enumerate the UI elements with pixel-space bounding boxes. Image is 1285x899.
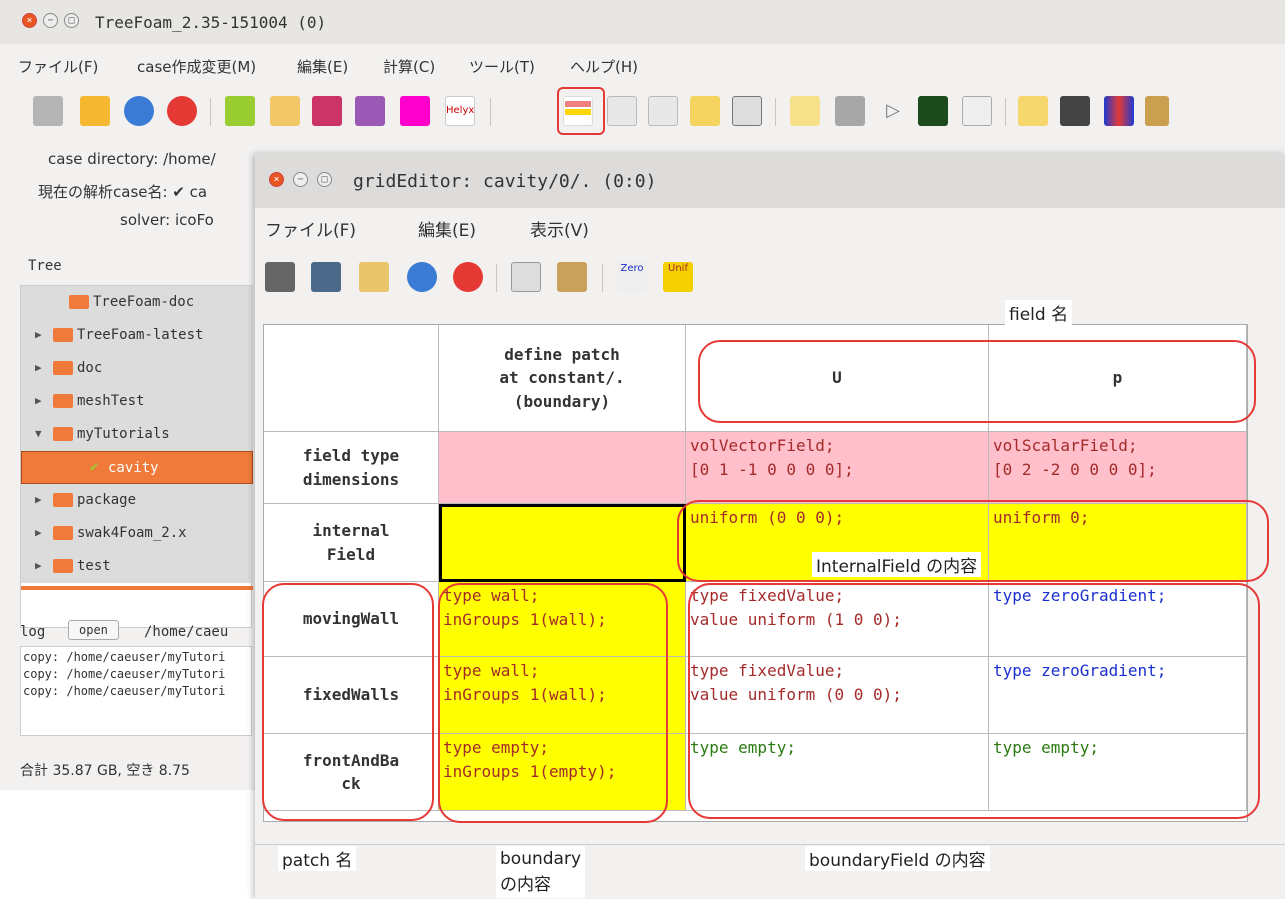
main-toolbar: Helyx ▷ [0, 82, 1285, 142]
cell-field-type-p[interactable]: volScalarField; [0 2 -2 0 0 0 0]; [989, 432, 1247, 504]
grid-editor-title-bar: × − □ gridEditor: cavity/0/. (0:0) [255, 154, 1285, 208]
grid-editor-title: gridEditor: cavity/0/. (0:0) [353, 171, 657, 192]
menu-file[interactable]: ファイル(F) [265, 216, 356, 241]
menu-edit[interactable]: 編集(E) [297, 56, 348, 77]
annotation-internal-field: InternalField の内容 [812, 552, 982, 577]
annotation-field-name: field 名 [1005, 300, 1073, 325]
copy-icon[interactable] [511, 262, 541, 292]
menu-edit[interactable]: 編集(E) [418, 216, 476, 241]
annotation-oval-boundary-field [688, 583, 1260, 819]
minimize-icon[interactable]: − [43, 13, 58, 28]
maximize-icon[interactable]: □ [64, 13, 79, 28]
case-directory-label: case directory: /home/ [48, 150, 216, 168]
grid-editor-highlight [557, 87, 605, 135]
paraview-icon[interactable] [1104, 96, 1134, 126]
tree-item[interactable]: ▶ test [21, 550, 253, 583]
star-icon[interactable] [790, 96, 820, 126]
log-panel: log open /home/caeu copy: /home/caeuser/… [20, 614, 252, 744]
log-path: /home/caeu [144, 624, 229, 640]
refresh-icon[interactable] [124, 96, 154, 126]
grid-editor-menu: ファイル(F) 編集(E) 表示(V) [255, 208, 1285, 248]
document-icon[interactable] [607, 96, 637, 126]
zero-icon[interactable]: Zero [617, 262, 647, 292]
open-folder-icon[interactable] [265, 262, 295, 292]
copy-case-icon[interactable] [270, 96, 300, 126]
row-header-internal-field: internal Field [264, 504, 439, 582]
mesh-icon[interactable] [312, 96, 342, 126]
folder-tree: TreeFoam-doc ▶ TreeFoam-latest ▶ doc ▶ mesh… [20, 285, 253, 628]
reload-icon[interactable] [359, 262, 389, 292]
ruler-icon[interactable] [1018, 96, 1048, 126]
grid-editor-status-bar [255, 844, 1285, 884]
open-button[interactable]: open [68, 620, 119, 640]
column-header-boundary: define patch at constant/. (boundary) [439, 325, 686, 432]
save-icon[interactable] [311, 262, 341, 292]
topo-icon[interactable] [355, 96, 385, 126]
menu-view[interactable]: 表示(V) [530, 216, 589, 241]
edit-document-icon[interactable] [648, 96, 678, 126]
layout-icon[interactable] [962, 96, 992, 126]
tree-item-selected[interactable]: ✔ cavity [21, 451, 253, 484]
refresh-icon[interactable] [407, 262, 437, 292]
menu-case[interactable]: case作成変更(M) [137, 56, 256, 77]
tree-item[interactable]: ▶ TreeFoam-latest [21, 319, 253, 352]
grid-editor-toolbar: Zero Unif [255, 250, 1285, 310]
cell-internal-boundary-selected[interactable] [439, 504, 686, 582]
disk-status: 合計 35.87 GB, 空き 8.75 [20, 763, 190, 779]
title-bar: × − □ TreeFoam_2.35-151004 (0) [0, 0, 1285, 44]
tree-item[interactable]: ▶ package [21, 484, 253, 517]
tree-item[interactable]: ▶ meshTest [21, 385, 253, 418]
system-icon[interactable] [732, 96, 762, 126]
annotation-patch-name: patch 名 [278, 846, 357, 871]
log-label: log [20, 624, 46, 640]
tree-item[interactable]: TreeFoam-doc [21, 286, 253, 319]
stop-icon[interactable] [167, 96, 197, 126]
constant-icon[interactable] [690, 96, 720, 126]
tools-icon[interactable] [33, 96, 63, 126]
tree-item[interactable]: ▶ swak4Foam_2.x [21, 517, 253, 550]
monitor-icon[interactable] [918, 96, 948, 126]
delete-icon[interactable] [835, 96, 865, 126]
annotation-oval-boundary [438, 583, 668, 823]
mreg-icon[interactable] [400, 96, 430, 126]
minimize-icon[interactable]: − [293, 172, 308, 187]
arrows-icon[interactable] [80, 96, 110, 126]
menu-file[interactable]: ファイル(F) [18, 56, 98, 77]
close-circle-icon[interactable] [453, 262, 483, 292]
paste-icon[interactable] [557, 262, 587, 292]
screenshot-root: × − □ TreeFoam_2.35-151004 (0) ファイル(F) c… [0, 0, 1285, 899]
checklist-icon[interactable] [225, 96, 255, 126]
cell-field-type-boundary[interactable] [439, 432, 686, 504]
menu-calc[interactable]: 計算(C) [383, 56, 435, 77]
annotation-boundary: boundary の内容 [496, 846, 585, 898]
grid-corner-cell [264, 325, 439, 432]
tree-item[interactable]: ▼ myTutorials [21, 418, 253, 451]
annotation-boundary-field: boundaryField の内容 [805, 846, 990, 871]
menu-tools[interactable]: ツール(T) [469, 56, 535, 77]
close-icon[interactable]: × [22, 13, 37, 28]
annotation-oval-field-name [698, 340, 1256, 423]
window-title: TreeFoam_2.35-151004 (0) [95, 13, 327, 32]
row-header-field-type: field type dimensions [264, 432, 439, 504]
tree-item[interactable]: ▶ doc [21, 352, 253, 385]
solver-label: solver: icoFo [120, 211, 214, 229]
salome-icon[interactable] [1145, 96, 1169, 126]
helyx-icon[interactable]: Helyx [445, 96, 475, 126]
tree-header: Tree [28, 258, 62, 274]
run-icon[interactable]: ▷ [878, 96, 908, 126]
cell-field-type-u[interactable]: volVectorField; [0 1 -1 0 0 0 0]; [686, 432, 989, 504]
menu-bar: ファイル(F) case作成変更(M) 編集(E) 計算(C) ツール(T) ヘ… [0, 44, 1285, 80]
current-case-label: 現在の解析case名: ✔ ca [38, 183, 208, 201]
menu-help[interactable]: ヘルプ(H) [570, 56, 638, 77]
close-icon[interactable]: × [269, 172, 284, 187]
terminal-icon[interactable] [1060, 96, 1090, 126]
unif-icon[interactable]: Unif [663, 262, 693, 292]
maximize-icon[interactable]: □ [317, 172, 332, 187]
log-text: copy: /home/caeuser/myTutori copy: /home… [20, 646, 252, 736]
annotation-oval-patch-name [262, 583, 434, 821]
